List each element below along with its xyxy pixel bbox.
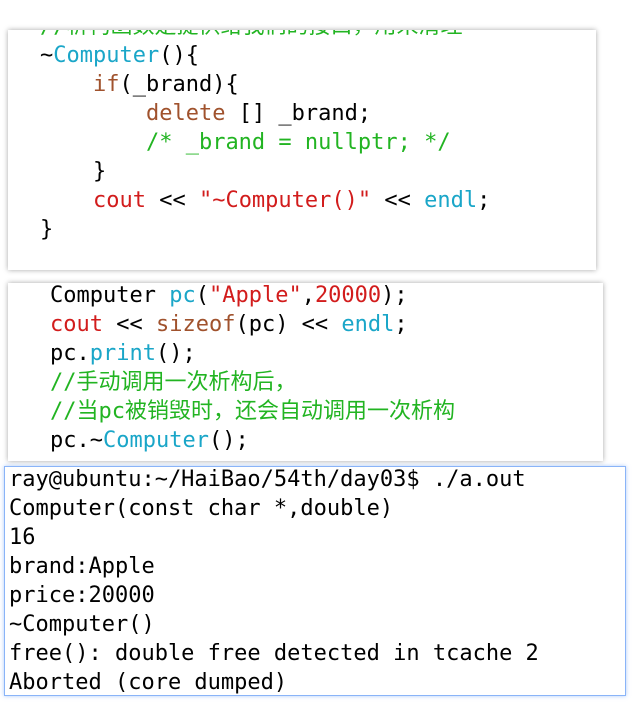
- code-snippet-main: Computer pc("Apple",20000); cout << sizeo…: [8, 283, 603, 461]
- code-token: ;: [394, 312, 408, 337]
- code-line: cout << "~Computer()" << endl;: [40, 186, 490, 215]
- code-token: /* _brand = nullptr; */: [145, 130, 451, 155]
- code-token: <<: [102, 312, 156, 337]
- code-line: //当pc被销毁时，还会自动调用一次析构: [50, 397, 455, 426]
- code-token: );: [381, 283, 408, 308]
- code-token: //手动调用一次析构后，: [50, 370, 297, 395]
- code-token: (: [195, 283, 209, 308]
- code-token: [] _brand;: [225, 101, 372, 126]
- terminal-line: Aborted (core dumped): [9, 670, 288, 695]
- code-token: Computer: [102, 428, 209, 453]
- code-line: if(_brand){: [40, 70, 490, 99]
- code-token: pc: [169, 283, 196, 308]
- code-token: (_brand){: [119, 72, 239, 97]
- code-token: print: [89, 341, 156, 366]
- code-token: //当pc被销毁时，还会自动调用一次析构: [50, 399, 455, 424]
- code-token: "Apple": [208, 283, 302, 308]
- code-line: cout << sizeof(pc) << endl;: [50, 310, 455, 339]
- code-line: }: [40, 215, 490, 244]
- code-token: }: [40, 217, 54, 242]
- code-block-main: Computer pc("Apple",20000); cout << sizeo…: [50, 283, 455, 455]
- code-token: 20000: [314, 283, 382, 308]
- code-line: pc.~Computer();: [50, 426, 455, 455]
- code-line: Computer pc("Apple",20000);: [50, 283, 455, 310]
- code-block-destructor: //析构函数是提供给我们的接口，用来清理 ~Computer(){ if(_bra…: [40, 30, 490, 244]
- code-line: //手动调用一次析构后，: [50, 368, 455, 397]
- code-line: }: [40, 157, 490, 186]
- code-token: delete: [145, 101, 226, 126]
- code-token: sizeof: [155, 312, 236, 337]
- code-token: "~Computer()": [198, 188, 372, 213]
- code-line: pc.print();: [50, 339, 455, 368]
- terminal-line: price:20000: [9, 583, 155, 608]
- code-token: ~: [40, 43, 54, 68]
- terminal-line: Computer(const char *,double): [9, 496, 394, 521]
- code-token: pc.~: [50, 428, 103, 453]
- code-token: ();: [208, 428, 249, 453]
- code-token: ();: [155, 341, 196, 366]
- terminal-line: ~Computer(): [9, 612, 155, 637]
- code-token: pc.: [50, 341, 90, 366]
- terminal-line: ray@ubuntu:~/HaiBao/54th/day03$ ./a.out: [9, 467, 526, 492]
- code-line: //析构函数是提供给我们的接口，用来清理: [40, 30, 490, 41]
- code-token: ;: [477, 188, 491, 213]
- code-token: endl: [424, 188, 478, 213]
- code-token: endl: [341, 312, 395, 337]
- code-snippet-destructor: //析构函数是提供给我们的接口，用来清理 ~Computer(){ if(_bra…: [8, 30, 596, 270]
- code-line: ~Computer(){: [40, 41, 490, 70]
- code-token: Computer: [53, 43, 160, 68]
- code-line: delete [] _brand;: [40, 99, 490, 128]
- code-token: <<: [371, 188, 425, 213]
- code-token: Computer: [50, 283, 170, 308]
- code-token: //析构函数是提供给我们的接口，用来清理: [40, 30, 463, 39]
- code-token: if: [92, 72, 120, 97]
- code-token: cout: [50, 312, 103, 337]
- terminal-window: ray@ubuntu:~/HaiBao/54th/day03$ ./a.out C…: [4, 466, 626, 696]
- terminal-line: free(): double free detected in tcache 2: [9, 641, 539, 666]
- code-token: (pc) <<: [235, 312, 342, 337]
- terminal-line: brand:Apple: [9, 554, 155, 579]
- code-line: /* _brand = nullptr; */: [40, 128, 490, 157]
- code-token: ,: [301, 283, 315, 308]
- code-token: (){: [159, 43, 199, 68]
- code-token: <<: [145, 188, 199, 213]
- code-token: cout: [92, 188, 146, 213]
- terminal-line: 16: [9, 525, 36, 550]
- terminal-output: ray@ubuntu:~/HaiBao/54th/day03$ ./a.out C…: [9, 467, 539, 695]
- code-token: }: [92, 159, 107, 184]
